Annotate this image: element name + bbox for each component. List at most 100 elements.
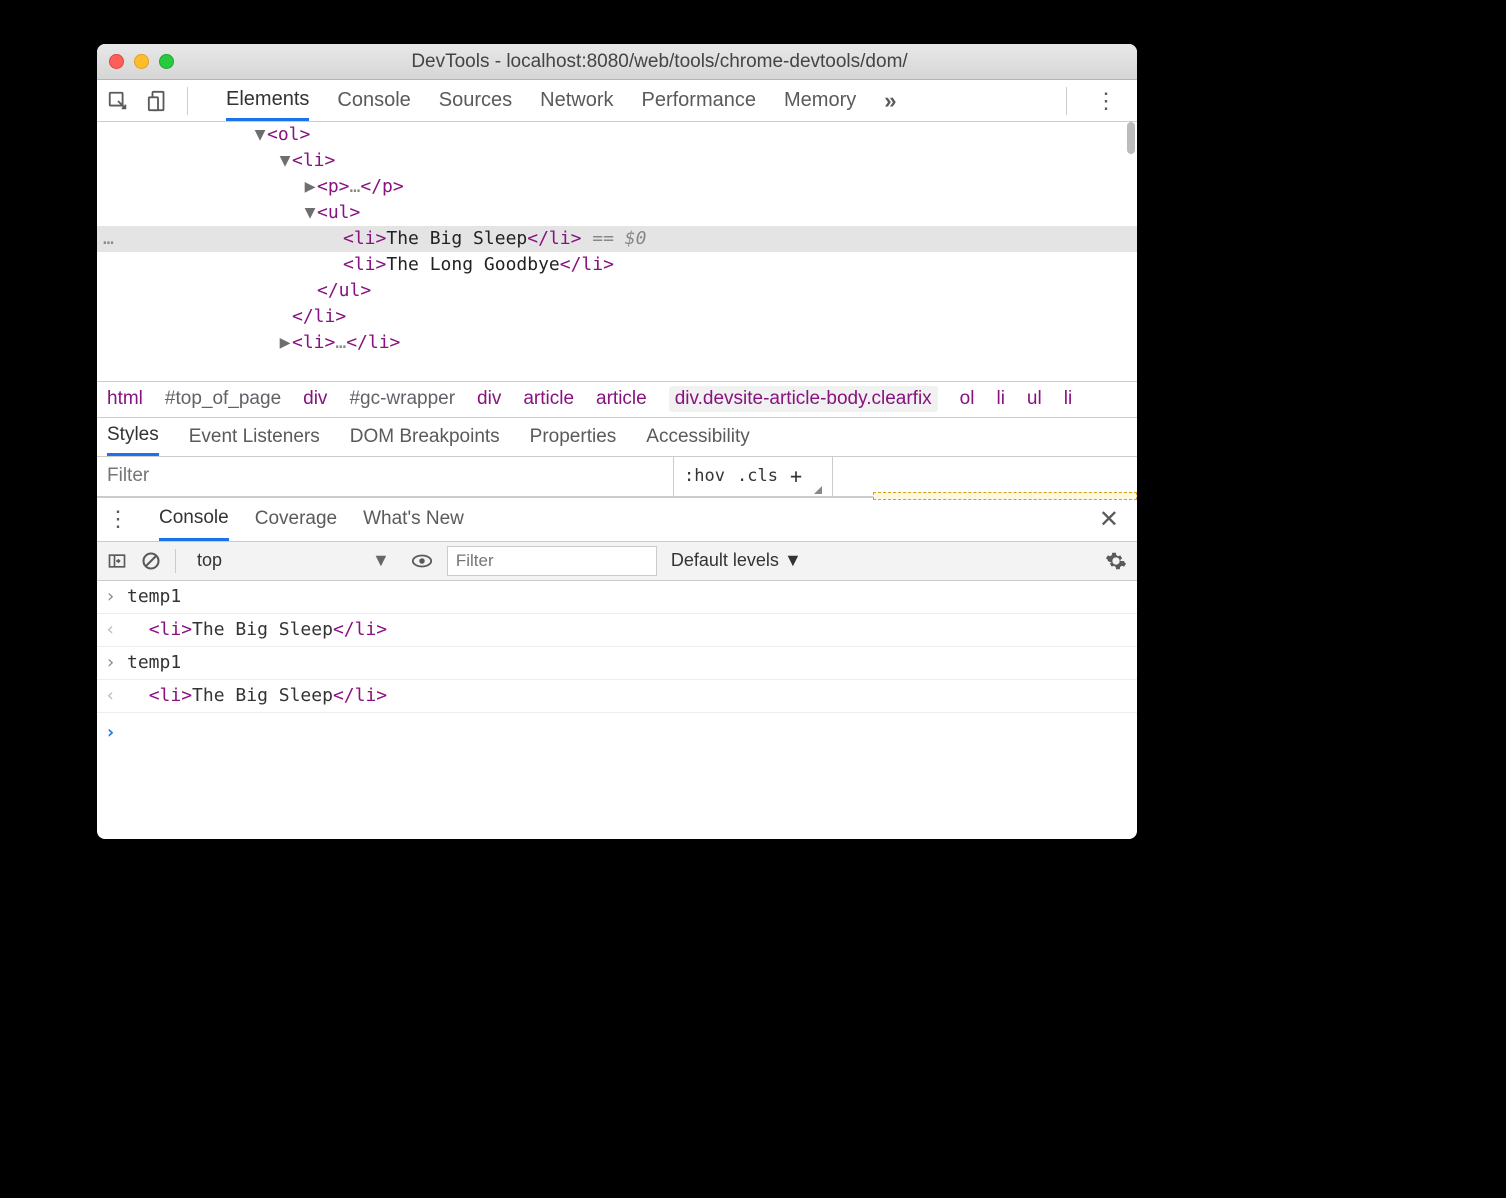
ellipsis: … — [335, 332, 346, 353]
dom-node-row[interactable]: ▼<ul> — [97, 200, 1137, 226]
tab-styles[interactable]: Styles — [107, 418, 159, 456]
input-chevron-icon: › — [105, 647, 127, 679]
dom-node-row[interactable]: </li> — [97, 304, 1137, 330]
collapse-icon[interactable]: ▼ — [278, 148, 292, 174]
tab-event-listeners[interactable]: Event Listeners — [189, 418, 320, 456]
open-tag: <ol> — [267, 124, 310, 145]
dom-node-row[interactable]: </ul> — [97, 278, 1137, 304]
dom-node-row[interactable]: …<li>The Big Sleep</li> == $0 — [97, 226, 1137, 252]
tab-console[interactable]: Console — [337, 80, 410, 121]
expand-icon[interactable]: ▶ — [303, 174, 317, 200]
breadcrumb-item[interactable]: div.devsite-article-body.clearfix — [669, 386, 938, 412]
console-input-row[interactable]: ›temp1 — [97, 581, 1137, 614]
console-output-row[interactable]: ‹ <li>The Big Sleep</li> — [97, 680, 1137, 713]
console-prompt[interactable]: › — [97, 713, 1137, 753]
dom-tree[interactable]: ▼<ol>▼<li>▶<p>…</p>▼<ul>…<li>The Big Sle… — [97, 122, 1137, 381]
breadcrumb-item[interactable]: ol — [960, 388, 975, 410]
log-levels-select[interactable]: Default levels ▼ — [671, 550, 802, 571]
close-tag: </p> — [360, 176, 403, 197]
breadcrumb-item[interactable]: div — [303, 388, 327, 410]
drawer-tab-whats-new[interactable]: What's New — [363, 498, 464, 541]
tab-performance[interactable]: Performance — [642, 80, 757, 121]
main-tabs: Elements Console Sources Network Perform… — [226, 80, 1048, 121]
close-tag: </li> — [527, 228, 581, 249]
live-expression-icon[interactable] — [411, 550, 433, 572]
collapse-icon[interactable]: ▼ — [303, 200, 317, 226]
styles-right-pane — [832, 457, 1137, 496]
chevron-down-icon: ▼ — [372, 550, 390, 571]
close-tag: </li> — [346, 332, 400, 353]
close-drawer-icon[interactable]: ✕ — [1091, 505, 1127, 534]
open-tag: <li> — [292, 332, 335, 353]
breadcrumb-item[interactable]: #gc-wrapper — [349, 388, 455, 410]
device-toggle-icon[interactable] — [147, 90, 169, 112]
breadcrumb-item[interactable]: html — [107, 388, 143, 410]
tab-network[interactable]: Network — [540, 80, 613, 121]
open-tag: <li> — [343, 228, 386, 249]
separator — [1066, 87, 1067, 115]
styles-tools: :hov .cls + — [673, 457, 832, 496]
new-style-rule-icon[interactable]: + — [790, 464, 802, 488]
console-entry-content: temp1 — [127, 647, 1129, 679]
dom-node-row[interactable]: ▼<li> — [97, 148, 1137, 174]
breadcrumb-item[interactable]: #top_of_page — [165, 388, 281, 410]
console-output[interactable]: ›temp1‹ <li>The Big Sleep</li>›temp1‹ <l… — [97, 581, 1137, 840]
tab-elements[interactable]: Elements — [226, 80, 309, 121]
tab-memory[interactable]: Memory — [784, 80, 856, 121]
console-filter-input[interactable] — [447, 546, 657, 576]
hov-toggle[interactable]: :hov — [684, 466, 725, 486]
scrollbar-thumb[interactable] — [1127, 122, 1135, 154]
tab-sources[interactable]: Sources — [439, 80, 512, 121]
open-tag: <ul> — [317, 202, 360, 223]
styles-filter-input[interactable] — [97, 457, 673, 496]
console-input-row[interactable]: ›temp1 — [97, 647, 1137, 680]
input-chevron-icon: › — [105, 581, 127, 613]
expand-icon[interactable]: ▶ — [278, 330, 292, 356]
dom-node-row[interactable]: ▶<li>…</li> — [97, 330, 1137, 356]
minimize-icon[interactable] — [134, 54, 149, 69]
styles-tab-strip: Styles Event Listeners DOM Breakpoints P… — [97, 417, 1137, 457]
chevron-down-icon: ▼ — [784, 550, 802, 570]
dom-node-row[interactable]: <li>The Long Goodbye</li> — [97, 252, 1137, 278]
execution-context-select[interactable]: top ▼ — [190, 547, 397, 574]
drawer-tab-coverage[interactable]: Coverage — [255, 498, 337, 541]
close-icon[interactable] — [109, 54, 124, 69]
drawer-tab-strip: ⋮ Console Coverage What's New ✕ — [97, 497, 1137, 541]
maximize-icon[interactable] — [159, 54, 174, 69]
collapse-icon[interactable]: ▼ — [253, 122, 267, 148]
breadcrumb-item[interactable]: ul — [1027, 388, 1042, 410]
breadcrumb-item[interactable]: div — [477, 388, 501, 410]
tab-properties[interactable]: Properties — [530, 418, 617, 456]
breadcrumb-item[interactable]: article — [596, 388, 647, 410]
window-title: DevTools - localhost:8080/web/tools/chro… — [194, 51, 1125, 73]
kebab-menu-icon[interactable]: ⋮ — [1085, 88, 1127, 114]
node-text: The Long Goodbye — [386, 254, 559, 275]
clear-console-icon[interactable] — [141, 551, 161, 571]
console-entry-content: <li>The Big Sleep</li> — [127, 680, 1129, 712]
dom-node-row[interactable]: ▶<p>…</p> — [97, 174, 1137, 200]
output-chevron-icon: ‹ — [105, 614, 127, 646]
row-actions-icon[interactable]: … — [103, 226, 114, 252]
close-tag: </ul> — [317, 280, 371, 301]
console-settings-icon[interactable] — [1105, 550, 1127, 572]
drawer-tab-console[interactable]: Console — [159, 498, 229, 541]
dom-node-row[interactable]: ▼<ol> — [97, 122, 1137, 148]
console-output-row[interactable]: ‹ <li>The Big Sleep</li> — [97, 614, 1137, 647]
traffic-lights — [109, 54, 174, 69]
tab-accessibility[interactable]: Accessibility — [646, 418, 749, 456]
more-tabs-icon[interactable]: » — [884, 88, 896, 114]
box-model-placeholder — [873, 492, 1137, 500]
expand-corner-icon[interactable] — [814, 486, 822, 494]
close-tag: </li> — [560, 254, 614, 275]
open-tag: <li> — [343, 254, 386, 275]
tab-dom-breakpoints[interactable]: DOM Breakpoints — [350, 418, 500, 456]
drawer-menu-icon[interactable]: ⋮ — [107, 506, 133, 532]
cls-toggle[interactable]: .cls — [737, 466, 778, 486]
styles-filter-row: :hov .cls + — [97, 457, 1137, 497]
console-sidebar-toggle-icon[interactable] — [107, 551, 127, 571]
breadcrumb-item[interactable]: li — [996, 388, 1004, 410]
breadcrumb-item[interactable]: li — [1064, 388, 1072, 410]
inspect-element-icon[interactable] — [107, 90, 129, 112]
breadcrumb-item[interactable]: article — [523, 388, 574, 410]
open-tag: <p> — [317, 176, 350, 197]
